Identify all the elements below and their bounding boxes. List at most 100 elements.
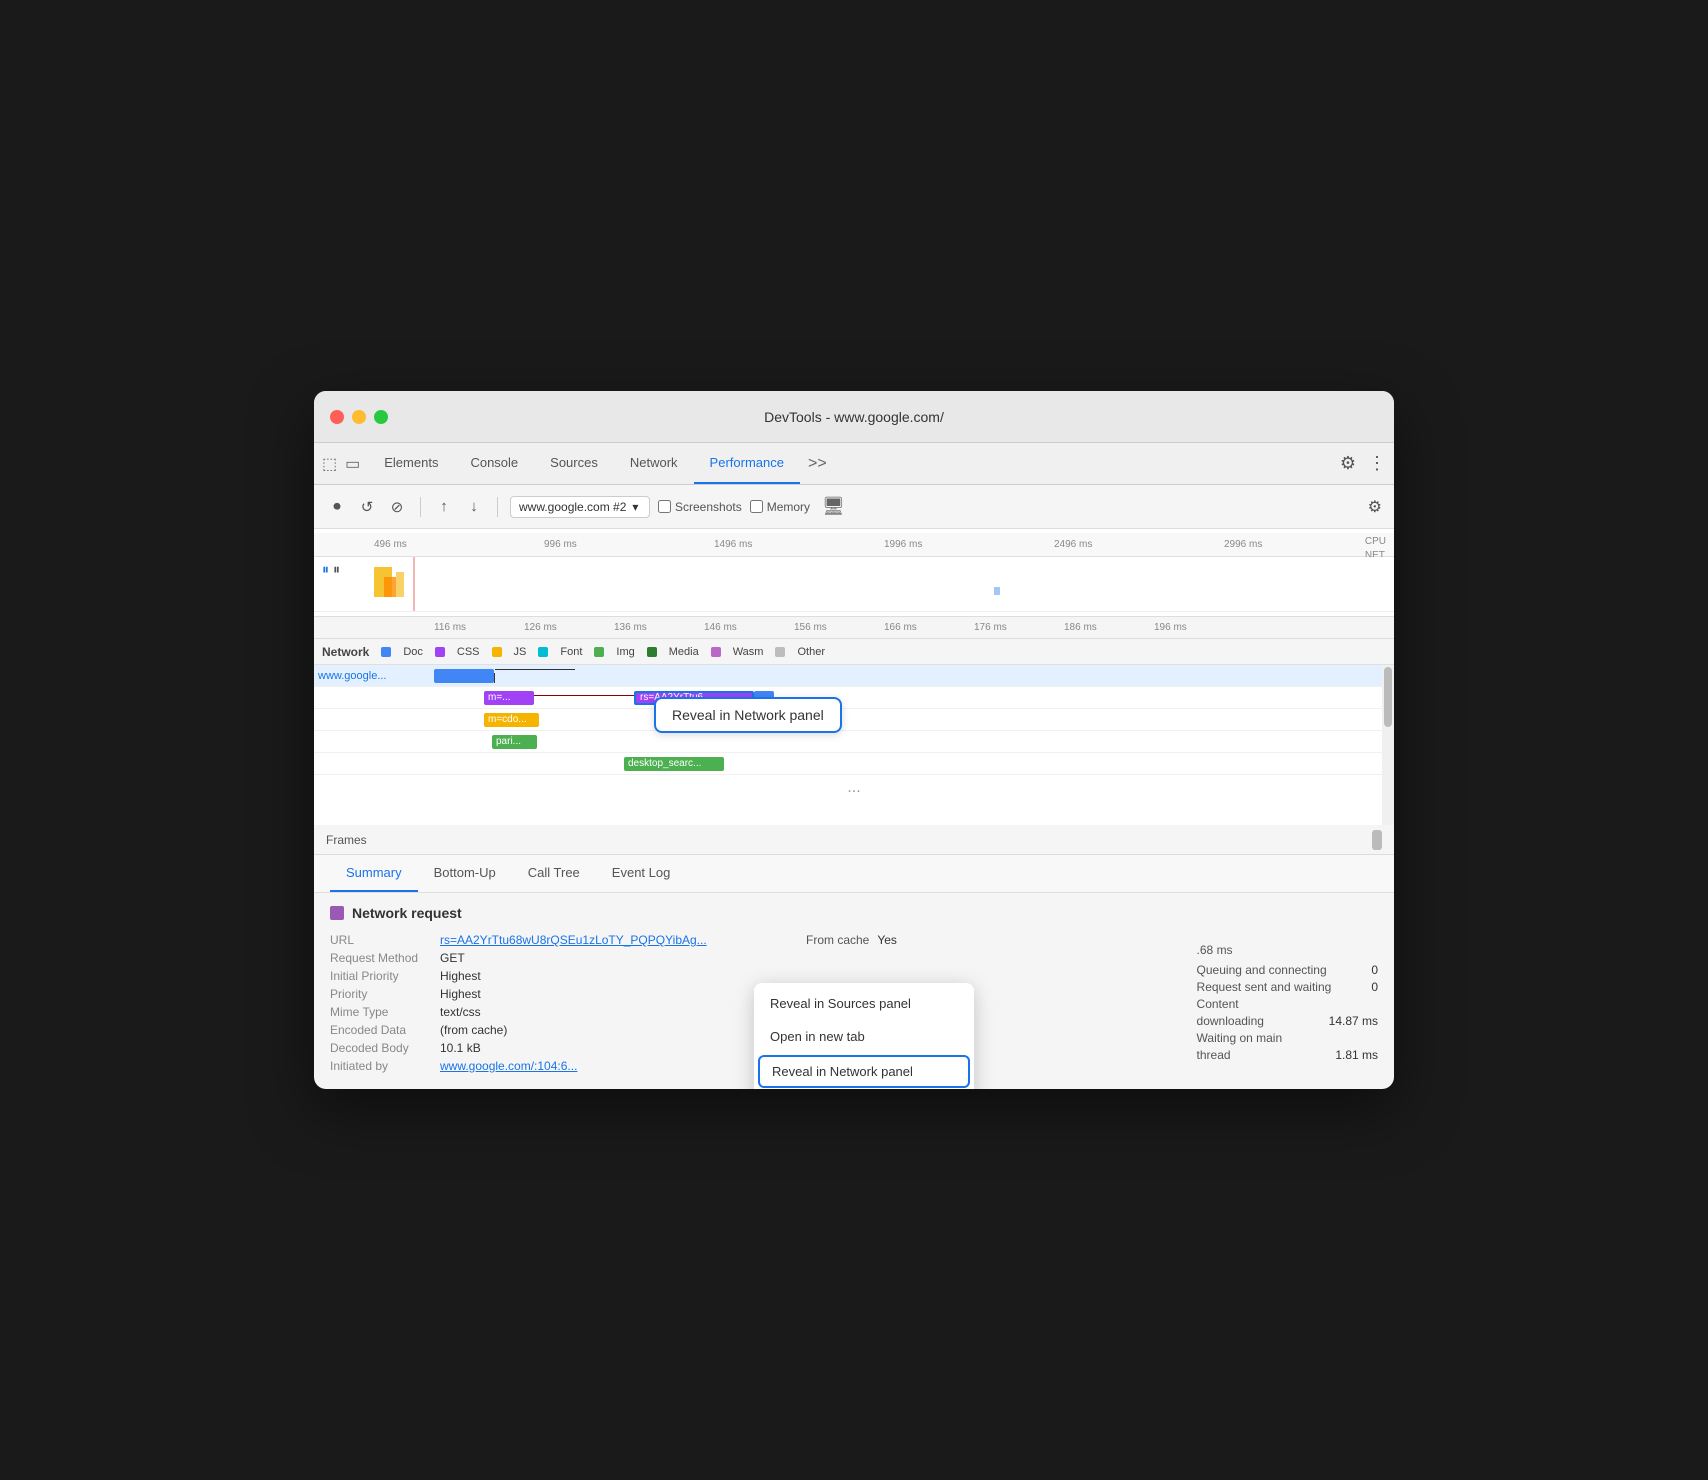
context-menu-item-reveal-sources[interactable]: Reveal in Sources panel: [754, 987, 974, 1020]
bar-mcdo: m=cdo...: [484, 713, 539, 727]
timing-row-waiting-main: Waiting on main: [1197, 1031, 1378, 1045]
network-timeline: 116 ms 126 ms 136 ms 146 ms 156 ms 166 m…: [314, 617, 1394, 825]
summary-content: Network request URL rs=AA2YrTtu68wU8rQSE…: [314, 893, 1394, 1089]
timeline-area: CPU NET 496 ms 996 ms 1496 ms 1996 ms 24…: [314, 529, 1394, 617]
more-rows-indicator: ...: [314, 775, 1394, 801]
devtools-tabs-bar: ⬚ ▭ Elements Console Sources Network Per…: [314, 443, 1394, 485]
timing-waiting-label: Waiting on main: [1197, 1031, 1283, 1045]
legend-css-label: CSS: [457, 646, 480, 658]
legend-wasm-dot: [711, 647, 721, 657]
timing-request-label: Request sent and waiting: [1197, 980, 1332, 994]
record-button[interactable]: ⏺: [326, 496, 348, 518]
capture-settings-icon[interactable]: ⚙: [1368, 497, 1382, 517]
url-link[interactable]: rs=AA2YrTtu68wU8rQSEu1zLoTY_PQPQYibAg...: [440, 933, 790, 947]
tick-2496: 2496 ms: [1054, 539, 1092, 550]
cpu-label: CPU: [1365, 535, 1386, 549]
more-tabs[interactable]: >>: [800, 455, 835, 473]
settings-icon[interactable]: ⚙: [1340, 453, 1356, 474]
cpu-graph: ⏸ ⏸: [314, 557, 1394, 612]
timing-request-value: 0: [1371, 980, 1378, 994]
tick-496: 496 ms: [374, 539, 407, 550]
url-selector[interactable]: www.google.com #2 ▾: [510, 496, 650, 518]
network-legend: Network Doc CSS JS Font Img Media Wasm O…: [314, 639, 1394, 665]
network-ruler: 116 ms 126 ms 136 ms 146 ms 156 ms 166 m…: [314, 617, 1394, 639]
download-button[interactable]: ↓: [463, 496, 485, 518]
tab-summary[interactable]: Summary: [330, 855, 418, 892]
legend-other-label: Other: [797, 646, 825, 658]
bar-desktop: desktop_searc...: [624, 757, 724, 771]
timing-row-queuing: Queuing and connecting 0: [1197, 963, 1378, 977]
timing-thread-label: thread: [1197, 1048, 1231, 1062]
timing-queuing-label: Queuing and connecting: [1197, 963, 1327, 977]
tab-sources[interactable]: Sources: [534, 443, 614, 484]
network-section-label: Network: [322, 645, 369, 659]
context-menu-item-reveal-network[interactable]: Reveal in Network panel: [758, 1055, 970, 1088]
more-options-icon[interactable]: ⋮: [1368, 453, 1386, 474]
timeline-scrollbar[interactable]: [1382, 665, 1394, 825]
legend-img-label: Img: [616, 646, 634, 658]
sub-tick-156: 156 ms: [794, 622, 827, 633]
timing-downloading-label: downloading: [1197, 1014, 1264, 1028]
row-label-google: www.google...: [314, 670, 434, 682]
tab-event-log[interactable]: Event Log: [596, 855, 687, 892]
memory-checkbox[interactable]: Memory: [750, 500, 810, 514]
clear-button[interactable]: ⊘: [386, 496, 408, 518]
title-bar: DevTools - www.google.com/: [314, 391, 1394, 443]
sub-tick-136: 136 ms: [614, 622, 647, 633]
legend-media-label: Media: [669, 646, 699, 658]
timing-panel: .68 ms Queuing and connecting 0 Request …: [1197, 943, 1378, 1065]
bottom-tabs-bar: Summary Bottom-Up Call Tree Event Log: [314, 855, 1394, 893]
legend-media-dot: [647, 647, 657, 657]
legend-other-dot: [775, 647, 785, 657]
network-row-mcdo[interactable]: m=cdo...: [314, 709, 1394, 731]
toolbar-separator-1: [420, 497, 421, 517]
traffic-lights: [330, 410, 388, 424]
tick-2996: 2996 ms: [1224, 539, 1262, 550]
legend-doc-label: Doc: [403, 646, 423, 658]
tick-996: 996 ms: [544, 539, 577, 550]
network-row-desktop[interactable]: desktop_searc...: [314, 753, 1394, 775]
flame-chart: [314, 557, 1394, 611]
scrollbar-thumb[interactable]: [1384, 667, 1392, 727]
context-menu-item-open-tab[interactable]: Open in new tab: [754, 1020, 974, 1053]
frames-scrollbar[interactable]: [1372, 830, 1382, 850]
minimize-button[interactable]: [352, 410, 366, 424]
timeline-ruler: CPU NET 496 ms 996 ms 1496 ms 1996 ms 24…: [314, 533, 1394, 557]
tab-console[interactable]: Console: [454, 443, 534, 484]
legend-doc-dot: [381, 647, 391, 657]
toolbar-separator-2: [497, 497, 498, 517]
tab-bottom-up[interactable]: Bottom-Up: [418, 855, 512, 892]
timing-queuing-value: 0: [1371, 963, 1378, 977]
sub-tick-126: 126 ms: [524, 622, 557, 633]
timing-header: .68 ms: [1197, 943, 1378, 957]
tick-1996: 1996 ms: [884, 539, 922, 550]
screenshots-checkbox[interactable]: Screenshots: [658, 500, 742, 514]
maximize-button[interactable]: [374, 410, 388, 424]
legend-font-label: Font: [560, 646, 582, 658]
tab-call-tree[interactable]: Call Tree: [512, 855, 596, 892]
legend-font-dot: [538, 647, 548, 657]
device-icon[interactable]: ▭: [345, 454, 360, 474]
network-row-google[interactable]: www.google...: [314, 665, 1394, 687]
upload-button[interactable]: ↑: [433, 496, 455, 518]
sub-tick-166: 166 ms: [884, 622, 917, 633]
reload-button[interactable]: ↺: [356, 496, 378, 518]
chevron-down-icon: ▾: [632, 500, 638, 514]
network-row-m[interactable]: m=... rs=AA2YrTtu6...: [314, 687, 1394, 709]
tick-1496: 1496 ms: [714, 539, 752, 550]
timing-row-thread: thread 1.81 ms: [1197, 1048, 1378, 1062]
from-cache-value: Yes: [877, 933, 897, 947]
timing-content-label: Content: [1197, 997, 1239, 1011]
arrow-line: [494, 673, 495, 683]
close-button[interactable]: [330, 410, 344, 424]
legend-wasm-label: Wasm: [733, 646, 764, 658]
inspect-icon[interactable]: ⬚: [322, 454, 337, 474]
network-row-pari[interactable]: pari...: [314, 731, 1394, 753]
initiated-link[interactable]: www.google.com/:104:6...: [440, 1059, 790, 1073]
timing-row-content: Content: [1197, 997, 1378, 1011]
tab-performance[interactable]: Performance: [694, 443, 800, 484]
tab-network[interactable]: Network: [614, 443, 694, 484]
legend-css-dot: [435, 647, 445, 657]
sub-tick-176: 176 ms: [974, 622, 1007, 633]
tab-elements[interactable]: Elements: [368, 443, 454, 484]
